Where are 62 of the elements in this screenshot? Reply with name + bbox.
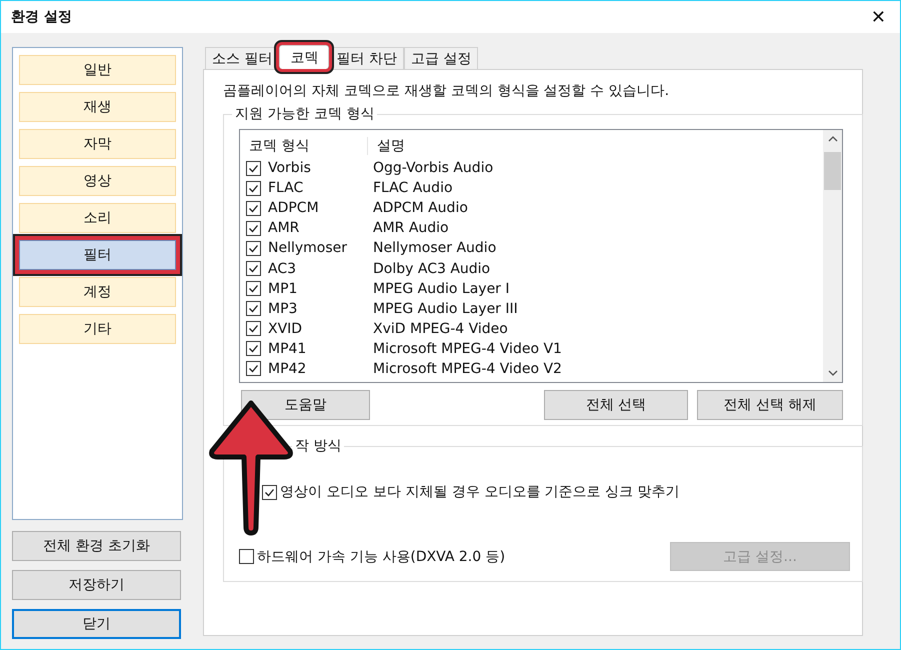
close-button[interactable]: ✕: [866, 6, 890, 28]
column-header[interactable]: 코덱 형식: [246, 137, 368, 155]
codec-name: MP1: [268, 280, 298, 297]
codec-name: Nellymoser: [268, 240, 348, 256]
sidebar-item[interactable]: 일반: [19, 55, 176, 85]
codec-name: XVID: [268, 320, 304, 337]
checkbox[interactable]: [246, 321, 261, 336]
option-label: 영상이 오디오 보다 지체될 경우 오디오를 기준으로 싱크 맞추기: [280, 483, 680, 501]
codec-name: ADPCM: [268, 200, 320, 216]
column-header[interactable]: 설명: [368, 137, 405, 155]
sidebar-item[interactable]: 기타: [19, 314, 176, 344]
codec-description: MPEG Audio Layer III: [373, 300, 518, 317]
sidebar-item[interactable]: 재생: [19, 92, 176, 122]
checkbox[interactable]: [246, 301, 261, 316]
scroll-thumb[interactable]: [824, 152, 841, 190]
group-title: 작 방식: [292, 437, 344, 455]
sidebar-item[interactable]: 계정: [19, 277, 176, 307]
select-all-button[interactable]: 전체 선택: [544, 390, 688, 420]
description-text: 곰플레이어의 자체 코덱으로 재생할 코덱의 형식을 설정할 수 있습니다.: [223, 82, 670, 100]
codec-description: Ogg-Vorbis Audio: [373, 160, 494, 176]
option-label: 하드웨어 가속 기능 사용(DXVA 2.0 등): [257, 548, 506, 566]
checkbox[interactable]: [246, 180, 261, 196]
checkbox[interactable]: [246, 220, 261, 236]
sidebar-item[interactable]: 소리: [19, 203, 176, 233]
scroll-up-icon[interactable]: [828, 136, 838, 142]
group-title: 지원 가능한 코덱 형식: [232, 105, 378, 123]
codec-name: MP41: [268, 340, 308, 357]
codec-name: MP3: [268, 300, 298, 317]
window-title: 환경 설정: [11, 8, 72, 26]
dialog-button[interactable]: 전체 환경 초기화: [12, 531, 181, 561]
scroll-down-icon[interactable]: [828, 370, 838, 376]
checkbox[interactable]: [246, 361, 261, 376]
tab[interactable]: 고급 설정: [404, 47, 478, 69]
codec-description: Microsoft MPEG-4 Video V2: [373, 360, 562, 377]
codec-description: AMR Audio: [373, 220, 449, 236]
deselect-all-button[interactable]: 전체 선택 해제: [697, 390, 843, 420]
checkbox[interactable]: [246, 160, 261, 176]
checkbox[interactable]: [246, 200, 261, 216]
codec-description: Microsoft MPEG-4 Video V1: [373, 340, 562, 357]
codec-description: Dolby AC3 Audio: [373, 260, 490, 277]
checkbox[interactable]: [262, 484, 277, 500]
codec-name: AMR: [268, 220, 300, 236]
codec-description: XviD MPEG-4 Video: [373, 320, 508, 337]
scrollbar[interactable]: [823, 130, 842, 382]
codec-name: AC3: [268, 260, 298, 277]
help-button[interactable]: 도움말: [241, 390, 370, 420]
codec-name: MP42: [268, 360, 308, 377]
codec-description: MPEG Audio Layer I: [373, 280, 510, 297]
codec-description: ADPCM Audio: [373, 200, 468, 216]
codec-name: FLAC: [268, 180, 304, 196]
sidebar-item[interactable]: 영상: [19, 166, 176, 196]
codec-description: FLAC Audio: [373, 180, 453, 196]
dialog-button[interactable]: 닫기: [12, 609, 181, 639]
checkbox[interactable]: [246, 281, 261, 296]
checkbox[interactable]: [239, 549, 254, 564]
checkbox[interactable]: [246, 261, 261, 276]
codec-description: Nellymoser Audio: [373, 240, 496, 256]
dialog-button[interactable]: 저장하기: [12, 570, 181, 600]
codec-name: Vorbis: [268, 160, 312, 176]
checkbox[interactable]: [246, 341, 261, 356]
checkbox[interactable]: [246, 240, 261, 256]
sidebar-item[interactable]: 자막: [19, 129, 176, 159]
